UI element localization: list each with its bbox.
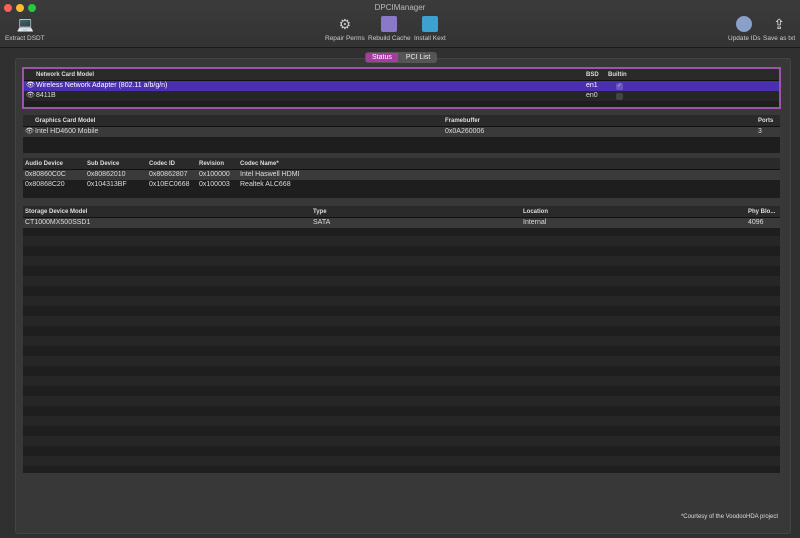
eye-icon: 👁 xyxy=(25,128,34,135)
table-row[interactable]: 👁 Intel HD4600 Mobile 0x0A260006 3 xyxy=(23,127,780,137)
footnote: *Courtesy of the VoodooHDA project xyxy=(680,514,778,520)
title-bar: DPCIManager 💻 Extract DSDT ⚙ Repair Perms … xyxy=(0,0,800,48)
repair-perms-button[interactable]: ⚙ Repair Perms xyxy=(325,16,365,42)
network-table: Network Card Model BSD Builtin 👁 Wireles… xyxy=(22,67,781,109)
builtin-checkbox[interactable]: ✓ xyxy=(616,82,623,90)
share-icon: ⇪ xyxy=(773,16,785,32)
laptop-icon: 💻 xyxy=(16,16,35,32)
eye-icon: 👁 xyxy=(26,82,35,89)
tab-status[interactable]: Status xyxy=(365,52,399,63)
table-row[interactable]: 0x80860C0C 0x80862010 0x80862807 0x10000… xyxy=(23,170,780,180)
view-tabs: Status PCI List xyxy=(365,52,438,63)
eye-icon: 👁 xyxy=(26,92,35,99)
folder-icon xyxy=(381,16,398,32)
graphics-table: Graphics Card Model Framebuffer Ports 👁 … xyxy=(23,115,780,153)
rebuild-cache-button[interactable]: Rebuild Cache xyxy=(368,16,411,42)
table-row[interactable]: 0x80868C20 0x104313BF 0x10EC0668 0x10000… xyxy=(23,180,780,190)
table-row[interactable]: 👁 8411B en0 xyxy=(24,91,779,101)
folder-icon xyxy=(421,16,438,32)
extract-dsdt-button[interactable]: 💻 Extract DSDT xyxy=(5,16,45,42)
update-ids-button[interactable]: Update IDs xyxy=(728,16,761,42)
audio-table: Audio Device Sub Device Codec ID Revisio… xyxy=(23,158,780,198)
storage-table: Storage Device Model Type Location Phy B… xyxy=(23,206,780,473)
table-header: Network Card Model BSD Builtin xyxy=(24,69,779,81)
save-as-txt-button[interactable]: ⇪ Save as txt xyxy=(763,16,795,42)
tab-pci-list[interactable]: PCI List xyxy=(398,52,438,63)
table-row[interactable]: CT1000MX500SSD1 SATA Internal 4096 xyxy=(23,218,780,228)
table-header: Storage Device Model Type Location Phy B… xyxy=(23,206,780,218)
globe-icon xyxy=(736,16,753,32)
install-kext-button[interactable]: Install Kext xyxy=(414,16,446,42)
table-row[interactable]: 👁 Wireless Network Adapter (802.11 a/b/g… xyxy=(24,81,779,91)
table-header: Audio Device Sub Device Codec ID Revisio… xyxy=(23,158,780,170)
gear-icon: ⚙ xyxy=(338,16,352,32)
table-header: Graphics Card Model Framebuffer Ports xyxy=(23,115,780,127)
builtin-checkbox[interactable] xyxy=(616,92,623,100)
window-title: DPCIManager xyxy=(374,3,426,12)
